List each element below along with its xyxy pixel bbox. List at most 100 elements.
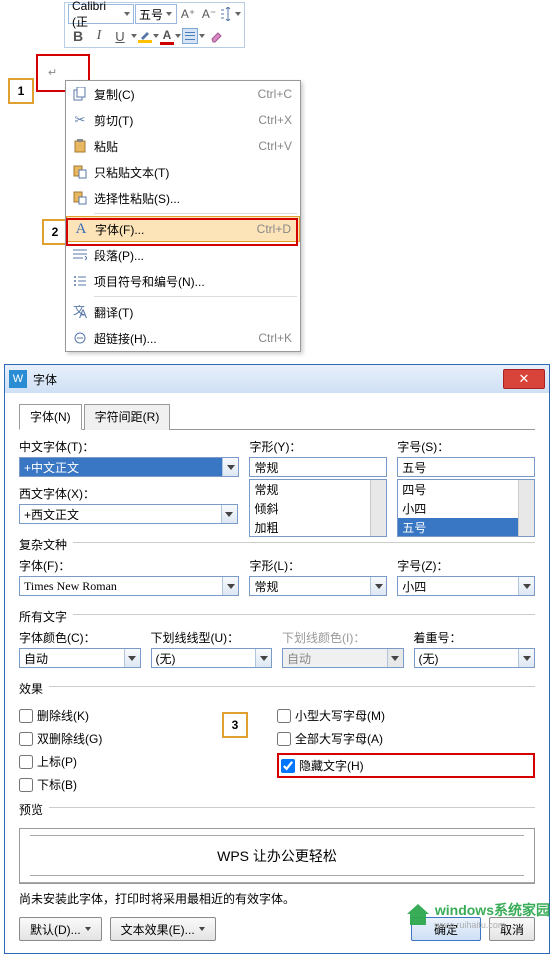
watermark-sub: www.ruihaitu.com [435,920,550,930]
cn-font-label: 中文字体(T)： [19,438,239,455]
app-icon: W [9,370,27,388]
chk-hidden[interactable]: 隐藏文字(H) [281,757,364,774]
font-color-icon: A [163,28,172,42]
list-item[interactable]: 五号 [398,518,534,537]
emphasis-combo[interactable]: (无) [414,648,536,668]
paste-text-icon [66,165,94,179]
callout-3: 3 [222,712,248,738]
menu-paste[interactable]: 粘贴Ctrl+V [66,133,300,159]
chk-superscript[interactable]: 上标(P) [19,753,277,770]
underline-combo[interactable]: (无) [151,648,273,668]
close-button[interactable]: ✕ [503,369,545,389]
bold-button[interactable]: B [68,26,88,46]
preview-section-title: 预览 [19,801,43,818]
style-input[interactable]: 常规 [249,457,387,477]
color-label: 字体颜色(C)： [19,629,141,646]
font-name-combo[interactable]: Calibri (正 [68,4,134,24]
copy-icon [66,87,94,101]
style-listbox[interactable]: 常规 倾斜 加粗 [249,479,387,537]
underline-button[interactable]: U [110,26,137,46]
watermark-text: windows系统家园 [435,900,550,920]
align-button[interactable] [182,28,205,44]
highlight-icon [139,30,151,40]
chevron-down-icon [153,34,159,38]
callout-1: 1 [8,78,34,104]
font-icon: A [67,221,95,238]
csize-label: 字号(Z)： [397,557,535,574]
context-menu: 复制(C)Ctrl+C ✂剪切(T)Ctrl+X 粘贴Ctrl+V 只粘贴文本(… [65,80,301,352]
size-input[interactable]: 五号 [397,457,535,477]
tab-spacing[interactable]: 字符间距(R) [84,404,171,430]
menu-paste-text[interactable]: 只粘贴文本(T) [66,159,300,185]
cstyle-combo[interactable]: 常规 [249,576,387,596]
csize-combo[interactable]: 小四 [397,576,535,596]
style-label: 字形(Y)： [249,438,387,455]
chevron-down-icon [518,649,534,667]
complex-section-title: 复杂文种 [19,536,67,553]
chevron-down-icon [175,34,181,38]
color-combo[interactable]: 自动 [19,648,141,668]
tab-font[interactable]: 字体(N) [19,404,82,430]
menu-cut[interactable]: ✂剪切(T)Ctrl+X [66,107,300,133]
chevron-down-icon [518,577,534,595]
menu-paragraph[interactable]: 段落(P)... [66,242,300,268]
menu-font[interactable]: A字体(F)...Ctrl+D [66,216,300,242]
en-font-combo[interactable]: +西文正文 [19,504,238,524]
cut-icon: ✂ [66,112,94,128]
chevron-down-icon [124,12,130,16]
line-spacing-button[interactable] [220,7,241,21]
menu-copy[interactable]: 复制(C)Ctrl+C [66,81,300,107]
paste-icon [66,139,94,153]
chevron-down-icon [222,458,238,476]
scrollbar[interactable] [370,480,386,536]
chevron-down-icon [124,649,140,667]
list-item[interactable]: 小四 [398,499,534,518]
menu-paste-special[interactable]: 选择性粘贴(S)... [66,185,300,211]
font-color-button[interactable]: A [160,28,181,45]
en-font-label: 西文字体(X)： [19,485,238,502]
highlight-box-3: 隐藏文字(H) [277,753,535,778]
scrollbar[interactable] [518,480,534,536]
list-item[interactable]: 四号 [398,480,534,499]
chevron-down-icon [370,577,386,595]
font-size-combo[interactable]: 五号 [135,4,177,24]
list-item[interactable]: 常规 [250,480,386,499]
eraser-button[interactable] [206,26,226,46]
list-item[interactable]: 加粗 [250,518,386,537]
translate-icon: 文A [66,305,94,319]
list-item[interactable]: 倾斜 [250,499,386,518]
highlight-button[interactable] [138,30,159,43]
cstyle-label: 字形(L)： [249,557,387,574]
cn-font-combo[interactable]: +中文正文 [19,457,239,477]
dialog-titlebar[interactable]: W 字体 ✕ [5,365,549,393]
line-spacing-icon [220,7,234,21]
italic-button[interactable]: I [89,26,109,46]
menu-translate[interactable]: 文A翻译(T) [66,299,300,325]
menu-bullets[interactable]: 项目符号和编号(N)... [66,268,300,294]
link-icon [66,331,94,345]
preview-text: WPS 让办公更轻松 [217,846,337,866]
underline-label: 下划线线型(U)： [151,629,273,646]
underline-color-combo: 自动 [282,648,404,668]
chevron-down-icon [85,927,91,931]
shrink-font-button[interactable]: A⁻ [199,4,219,24]
size-listbox[interactable]: 四号 小四 五号 [397,479,535,537]
chevron-down-icon [387,649,403,667]
chevron-down-icon [235,12,241,16]
chk-allcaps[interactable]: 全部大写字母(A) [277,730,535,747]
chk-smallcaps[interactable]: 小型大写字母(M) [277,707,535,724]
preview-box: WPS 让办公更轻松 [19,828,535,884]
grow-font-button[interactable]: A⁺ [178,4,198,24]
cfont-combo[interactable]: Times New Roman [19,576,239,596]
text-effect-button[interactable]: 文本效果(E)... [110,917,216,941]
font-dialog: W 字体 ✕ 字体(N) 字符间距(R) 中文字体(T)： +中文正文 字形(Y… [4,364,550,954]
size-label: 字号(S)： [397,438,535,455]
chevron-down-icon [255,649,271,667]
align-icon [182,28,198,44]
default-button[interactable]: 默认(D)... [19,917,102,941]
chevron-down-icon [166,12,172,16]
chk-subscript[interactable]: 下标(B) [19,776,277,793]
menu-hyperlink[interactable]: 超链接(H)...Ctrl+K [66,325,300,351]
document-cursor: ↵ [48,66,57,79]
menu-separator [94,296,297,297]
